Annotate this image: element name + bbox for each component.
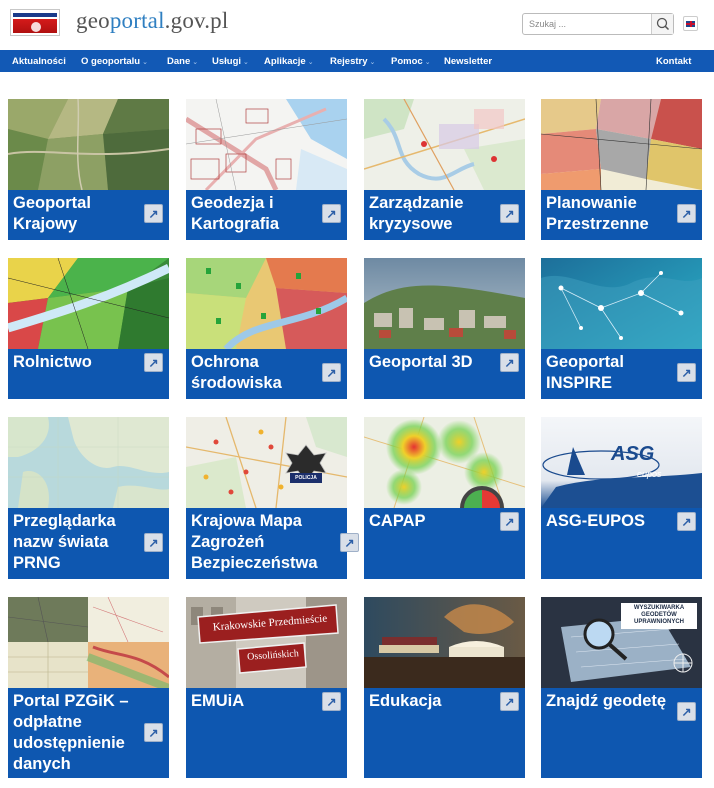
external-link-arrow-icon[interactable]: ↗	[677, 204, 696, 223]
eupos-logo-text: eupos	[637, 469, 662, 479]
asg-eupos-logo-thumbnail: ASG eupos	[541, 417, 702, 508]
tile-label: EMUiA	[191, 692, 245, 710]
site-name[interactable]: geoportal.gov.pl	[76, 8, 228, 34]
tile-zarzadzanie-kryzysowe[interactable]: Zarządzanie kryzysowe ↗	[364, 99, 525, 240]
3d-city-thumbnail	[364, 258, 525, 349]
external-link-arrow-icon[interactable]: ↗	[500, 353, 519, 372]
nav-uslugi[interactable]: Usługi ⌄	[212, 56, 249, 67]
search-panel-text: WYSZUKIWARKA GEODETÓW UPRAWNIONYCH	[633, 605, 685, 625]
search-icon	[656, 17, 670, 31]
nav-newsletter[interactable]: Newsletter	[444, 56, 492, 67]
chevron-down-icon: ⌄	[307, 59, 314, 66]
tile-label: Krajowa Mapa Zagrożeń Bezpieczeństwa	[191, 512, 318, 572]
tile-emuia[interactable]: Krakowskie Przedmieście Ossolińskich EMU…	[186, 597, 347, 778]
nav-o-geoportalu[interactable]: O geoportalu ⌄	[81, 56, 148, 67]
search-input[interactable]	[523, 14, 651, 34]
search-box	[522, 13, 674, 35]
external-link-arrow-icon[interactable]: ↗	[322, 692, 341, 711]
tile-krajowa-mapa-zagrozen[interactable]: POLICJA Krajowa Mapa Zagrożeń Bezpieczeń…	[186, 417, 359, 579]
world-map-thumbnail	[8, 417, 169, 508]
environment-map-thumbnail	[186, 258, 347, 349]
tile-capap[interactable]: CAPAP ↗	[364, 417, 525, 579]
tile-label: Geodezja i Kartografia	[191, 194, 280, 233]
external-link-arrow-icon[interactable]: ↗	[500, 692, 519, 711]
orthophoto-map-thumbnail	[8, 99, 169, 190]
tile-label: Edukacja	[369, 692, 442, 710]
heatmap-thumbnail	[364, 417, 525, 508]
tile-znajdz-geodete[interactable]: WYSZUKIWARKA GEODETÓW UPRAWNIONYCH Znajd…	[541, 597, 702, 778]
nav-dane[interactable]: Dane ⌄	[167, 56, 198, 67]
tile-ochrona-srodowiska[interactable]: Ochrona środowiska ↗	[186, 258, 347, 399]
nav-pomoc[interactable]: Pomoc ⌄	[391, 56, 431, 67]
external-link-arrow-icon[interactable]: ↗	[144, 353, 163, 372]
tile-label: Przeglądarka nazw świata PRNG	[13, 512, 116, 572]
tile-portal-pzgik[interactable]: Portal PZGiK – odpłatne udostępnienie da…	[8, 597, 169, 778]
tile-label: CAPAP	[369, 512, 426, 530]
external-link-arrow-icon[interactable]: ↗	[144, 204, 163, 223]
books-thumbnail	[364, 597, 525, 688]
nav-rejestry[interactable]: Rejestry ⌄	[330, 56, 375, 67]
external-link-arrow-icon[interactable]: ↗	[677, 363, 696, 382]
external-link-arrow-icon[interactable]: ↗	[500, 512, 519, 531]
tile-label: Geoportal INSPIRE	[546, 353, 624, 392]
nav-kontakt[interactable]: Kontakt	[656, 56, 691, 67]
external-link-arrow-icon[interactable]: ↗	[500, 204, 519, 223]
tile-label: ASG-EUPOS	[546, 512, 646, 530]
map-mosaic-thumbnail	[8, 597, 169, 688]
asg-logo-text: ASG	[611, 443, 655, 465]
tile-label: Portal PZGiK – odpłatne udostępnienie da…	[13, 692, 129, 773]
chevron-down-icon: ⌄	[424, 59, 431, 66]
tile-geodezja-i-kartografia[interactable]: Geodezja i Kartografia ↗	[186, 99, 347, 240]
tile-label: Planowanie Przestrzenne	[546, 194, 649, 233]
chevron-down-icon: ⌄	[142, 59, 148, 66]
tile-rolnictwo[interactable]: Rolnictwo ↗	[8, 258, 169, 399]
search-button[interactable]	[651, 14, 673, 34]
zoning-plan-thumbnail	[541, 99, 702, 190]
chevron-down-icon: ⌄	[369, 59, 376, 66]
inspire-network-thumbnail	[541, 258, 702, 349]
tile-edukacja[interactable]: Edukacja ↗	[364, 597, 525, 778]
tile-label: Geoportal Krajowy	[13, 194, 91, 233]
tile-geoportal-3d[interactable]: Geoportal 3D ↗	[364, 258, 525, 399]
site-header: geoportal.gov.pl	[0, 0, 714, 50]
tile-przegladarka-nazw-swiata[interactable]: Przeglądarka nazw świata PRNG ↗	[8, 417, 169, 579]
uk-flag-icon	[686, 20, 695, 27]
tile-label: Zarządzanie kryzysowe	[369, 194, 464, 233]
nav-aktualnosci[interactable]: Aktualności	[12, 56, 66, 67]
language-switch[interactable]	[683, 16, 698, 31]
chevron-down-icon: ⌄	[192, 59, 199, 66]
agriculture-map-thumbnail	[8, 258, 169, 349]
street-signs-thumbnail: Krakowskie Przedmieście Ossolińskich	[186, 597, 347, 688]
tile-asg-eupos[interactable]: ASG eupos ASG-EUPOS ↗	[541, 417, 702, 579]
external-link-arrow-icon[interactable]: ↗	[677, 702, 696, 721]
external-link-arrow-icon[interactable]: ↗	[144, 723, 163, 742]
tile-geoportal-krajowy[interactable]: Geoportal Krajowy ↗	[8, 99, 169, 240]
crisis-map-thumbnail	[364, 99, 525, 190]
police-badge: POLICJA	[290, 473, 322, 483]
tile-label: Znajdź geodetę	[546, 692, 667, 710]
nav-aplikacje[interactable]: Aplikacje ⌄	[264, 56, 314, 67]
external-link-arrow-icon[interactable]: ↗	[677, 512, 696, 531]
chevron-down-icon: ⌄	[243, 59, 249, 66]
cadastral-map-thumbnail	[186, 99, 347, 190]
external-link-arrow-icon[interactable]: ↗	[144, 533, 163, 552]
tile-label: Rolnictwo	[13, 353, 92, 371]
gugik-logo[interactable]	[10, 9, 60, 36]
external-link-arrow-icon[interactable]: ↗	[340, 533, 359, 552]
main-nav: Aktualności O geoportalu ⌄ Dane ⌄ Usługi ⌄ …	[0, 50, 714, 72]
tile-geoportal-inspire[interactable]: Geoportal INSPIRE ↗	[541, 258, 702, 399]
tile-label: Geoportal 3D	[369, 353, 473, 371]
tile-planowanie-przestrzenne[interactable]: Planowanie Przestrzenne ↗	[541, 99, 702, 240]
external-link-arrow-icon[interactable]: ↗	[322, 204, 341, 223]
external-link-arrow-icon[interactable]: ↗	[322, 363, 341, 382]
police-threat-map-thumbnail: POLICJA	[186, 417, 347, 508]
tile-label: Ochrona środowiska	[191, 353, 282, 392]
surveyor-search-thumbnail: WYSZUKIWARKA GEODETÓW UPRAWNIONYCH	[541, 597, 702, 688]
